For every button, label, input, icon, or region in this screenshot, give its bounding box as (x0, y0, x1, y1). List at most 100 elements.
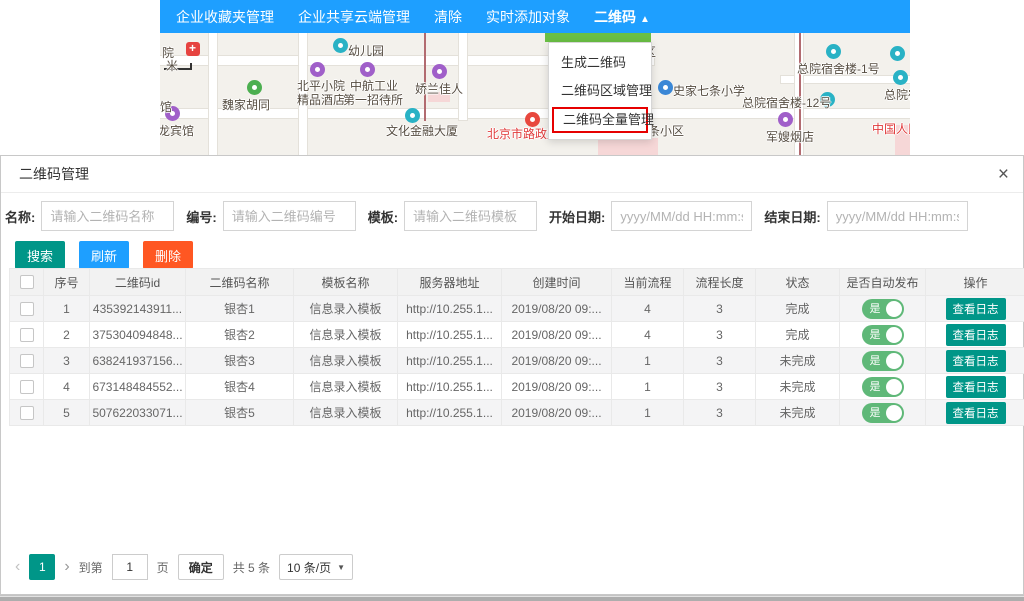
cell-id: 507622033071... (90, 400, 186, 426)
view-log-button[interactable]: 查看日志 (946, 376, 1006, 398)
template-filter-input[interactable] (404, 201, 537, 231)
map-canvas[interactable]: 院 米 馆 龙宾馆 魏家胡同 幼儿园 北平小院 精品酒店 中航工业 第一招待所 … (160, 33, 910, 155)
menu-item-qrcode-region-management[interactable]: 二维码区域管理 (549, 77, 651, 105)
map-poi-label: 军嫂烟店 (766, 128, 814, 145)
row-checkbox[interactable] (20, 380, 34, 394)
row-checkbox[interactable] (20, 328, 34, 342)
auto-publish-toggle[interactable]: 是 (862, 351, 904, 371)
menu-item-qrcode-full-management[interactable]: 二维码全量管理 (552, 107, 648, 133)
poi-icon (778, 112, 793, 127)
nav-item-enterprise-cloud[interactable]: 企业共享云端管理 (298, 7, 410, 27)
menu-item-generate-qrcode[interactable]: 生成二维码 (549, 49, 651, 77)
poi-icon (247, 80, 262, 95)
column-header: 状态 (756, 269, 840, 296)
start-date-input[interactable] (611, 201, 752, 231)
map-road (458, 33, 468, 121)
confirm-page-button[interactable]: 确定 (178, 554, 224, 580)
screen: 企业收藏夹管理 企业共享云端管理 清除 实时添加对象 二维码▲ (0, 0, 1024, 601)
toggle-knob (886, 379, 902, 395)
toggle-knob (886, 301, 902, 317)
search-button[interactable]: 搜索 (15, 241, 65, 269)
table-row: 1 435392143911... 银杏1 信息录入模板 http://10.2… (10, 296, 1024, 322)
cell-current: 1 (612, 400, 684, 426)
auto-publish-toggle[interactable]: 是 (862, 299, 904, 319)
qrcode-table: 序号 二维码id 二维码名称 模板名称 服务器地址 创建时间 当前流程 流程长度… (9, 268, 1024, 426)
cell-template: 信息录入模板 (294, 322, 398, 348)
page-size-select[interactable]: 10 条/页 ▼ (279, 554, 353, 580)
table-row: 4 673148484552... 银杏4 信息录入模板 http://10.2… (10, 374, 1024, 400)
view-log-button[interactable]: 查看日志 (946, 324, 1006, 346)
cell-created: 2019/08/20 09:... (502, 374, 612, 400)
toggle-knob (886, 353, 902, 369)
map-poi-label: 文化金融大厦 (386, 122, 458, 139)
name-filter-input[interactable] (41, 201, 174, 231)
toggle-label: 是 (870, 380, 881, 394)
close-icon[interactable]: × (998, 156, 1009, 193)
next-page-arrow-icon[interactable]: › (64, 555, 69, 579)
map-poi-label: 精品酒店 (297, 91, 345, 108)
cell-id: 375304094848... (90, 322, 186, 348)
poi-icon (333, 38, 348, 53)
cell-created: 2019/08/20 09:... (502, 400, 612, 426)
page-unit-label: 页 (157, 559, 169, 576)
nav-item-qrcode[interactable]: 二维码▲ (594, 7, 650, 27)
map-boundary-line (424, 33, 426, 121)
cell-seq: 4 (44, 374, 90, 400)
qrcode-dropdown-menu: 生成二维码 二维码区域管理 二维码全量管理 (548, 42, 652, 140)
cell-server: http://10.255.1... (398, 296, 502, 322)
poi-icon (893, 70, 908, 85)
modal-header: 二维码管理 × (1, 156, 1023, 193)
horizontal-scrollbar[interactable] (0, 595, 1024, 601)
column-header: 模板名称 (294, 269, 398, 296)
map-block (598, 138, 658, 155)
select-all-checkbox[interactable] (20, 275, 34, 289)
poi-icon (890, 46, 905, 61)
prev-page-arrow-icon[interactable]: ‹ (15, 555, 20, 579)
map-poi-label: 馆 (160, 98, 172, 115)
view-log-button[interactable]: 查看日志 (946, 402, 1006, 424)
current-page-button[interactable]: 1 (29, 554, 55, 580)
cell-server: http://10.255.1... (398, 374, 502, 400)
toggle-label: 是 (870, 328, 881, 342)
cell-id: 435392143911... (90, 296, 186, 322)
goto-page-input[interactable] (112, 554, 148, 580)
column-header: 服务器地址 (398, 269, 502, 296)
cell-created: 2019/08/20 09:... (502, 296, 612, 322)
nav-item-clear[interactable]: 清除 (434, 7, 462, 27)
nav-item-qrcode-label: 二维码 (594, 9, 636, 25)
code-filter-input[interactable] (223, 201, 356, 231)
column-header: 流程长度 (684, 269, 756, 296)
template-filter-label: 模板: (368, 207, 398, 226)
row-checkbox[interactable] (20, 354, 34, 368)
delete-button[interactable]: 删除 (143, 241, 193, 269)
cell-length: 3 (684, 296, 756, 322)
poi-icon (405, 108, 420, 123)
cell-created: 2019/08/20 09:... (502, 322, 612, 348)
end-date-input[interactable] (827, 201, 968, 231)
cell-current: 4 (612, 296, 684, 322)
cell-server: http://10.255.1... (398, 348, 502, 374)
view-log-button[interactable]: 查看日志 (946, 350, 1006, 372)
row-checkbox[interactable] (20, 302, 34, 316)
auto-publish-toggle[interactable]: 是 (862, 377, 904, 397)
total-count-label: 共 5 条 (233, 559, 270, 576)
auto-publish-toggle[interactable]: 是 (862, 403, 904, 423)
end-date-filter-label: 结束日期: (764, 207, 820, 226)
view-log-button[interactable]: 查看日志 (946, 298, 1006, 320)
cell-id: 673148484552... (90, 374, 186, 400)
caret-down-icon: ▼ (337, 563, 345, 572)
nav-item-realtime-add[interactable]: 实时添加对象 (486, 7, 570, 27)
refresh-button[interactable]: 刷新 (79, 241, 129, 269)
table-row: 5 507622033071... 银杏5 信息录入模板 http://10.2… (10, 400, 1024, 426)
poi-icon (360, 62, 375, 77)
scrollbar-thumb[interactable] (0, 597, 1024, 601)
auto-publish-toggle[interactable]: 是 (862, 325, 904, 345)
row-checkbox[interactable] (20, 406, 34, 420)
cell-status: 完成 (756, 322, 840, 348)
cell-current: 4 (612, 322, 684, 348)
nav-item-enterprise-favorites[interactable]: 企业收藏夹管理 (176, 7, 274, 27)
toggle-knob (886, 327, 902, 343)
modal-title: 二维码管理 (19, 166, 89, 182)
column-header: 创建时间 (502, 269, 612, 296)
qrcode-management-panel: 二维码管理 × 名称: 编号: 模板: 开始日期: 结束日期: 搜索 刷新 删除 (0, 155, 1024, 595)
